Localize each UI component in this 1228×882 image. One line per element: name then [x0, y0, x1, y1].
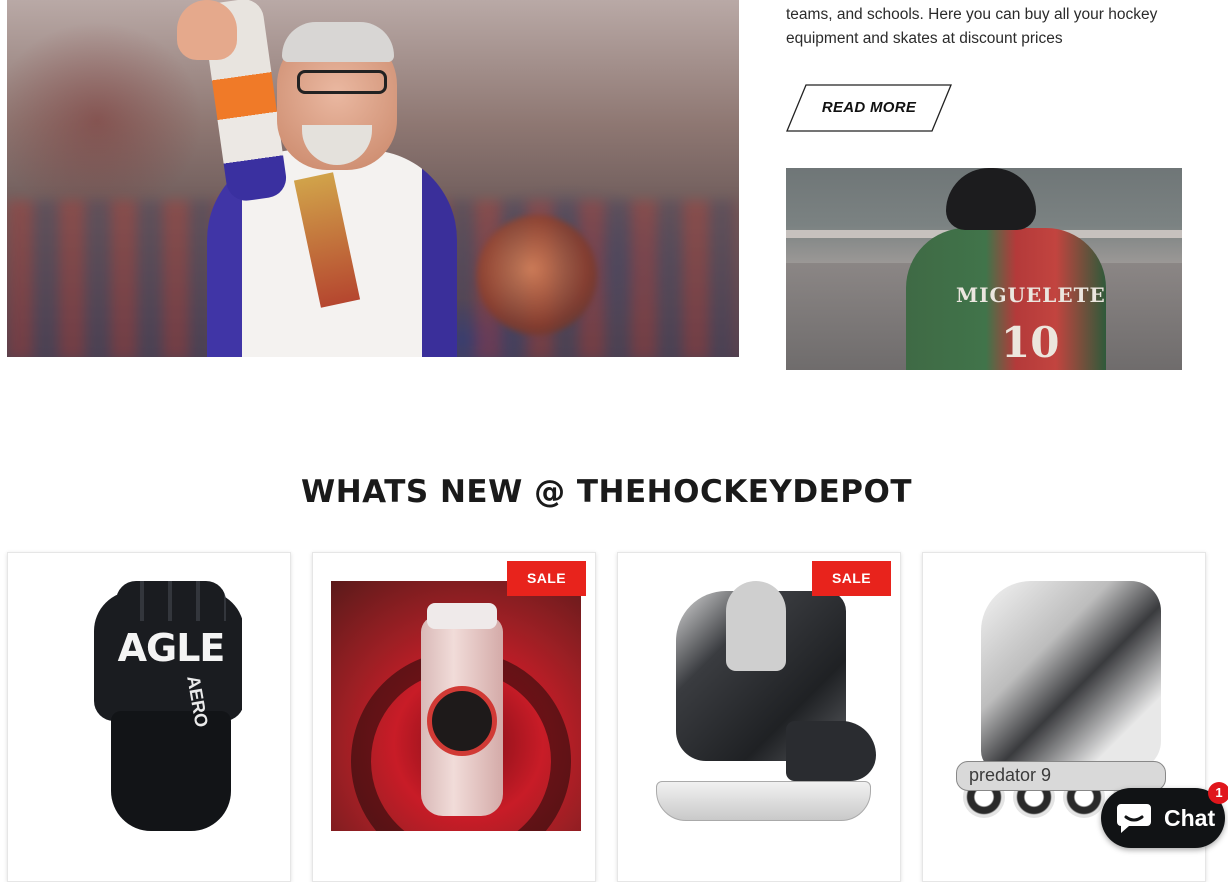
- about-text: teams, and schools. Here you can buy all…: [786, 6, 1158, 47]
- read-more-label: READ MORE: [821, 99, 917, 116]
- chat-bubble-icon: [1117, 804, 1151, 833]
- sale-badge: SALE: [507, 561, 586, 596]
- chat-label: Chat: [1164, 805, 1216, 831]
- jersey-name: MIGUELETE: [956, 283, 1106, 307]
- jersey-number: 10: [1001, 318, 1060, 367]
- product-image-wax-bottle[interactable]: [331, 581, 581, 831]
- product-image-glove[interactable]: AGLE AERO: [56, 581, 242, 831]
- chat-button[interactable]: Chat: [1101, 788, 1225, 848]
- product-image-ice-skate[interactable]: [636, 581, 886, 831]
- hero-image: [7, 0, 739, 357]
- read-more-button[interactable]: READ MORE: [786, 84, 952, 132]
- section-title: WHATS NEW @ THEHOCKEYDEPOT: [301, 474, 912, 510]
- glove-brand-text: AGLE: [117, 626, 226, 670]
- bottle-logo-icon: [427, 686, 497, 756]
- product-card[interactable]: AGLE AERO: [7, 552, 291, 882]
- player-image: MIGUELETE 10: [786, 168, 1182, 370]
- sale-badge: SALE: [812, 561, 891, 596]
- chat-notification-badge: 1: [1208, 782, 1228, 804]
- product-card[interactable]: SALE: [617, 552, 901, 882]
- product-card[interactable]: SALE: [312, 552, 596, 882]
- frame-text: predator 9: [969, 765, 1052, 785]
